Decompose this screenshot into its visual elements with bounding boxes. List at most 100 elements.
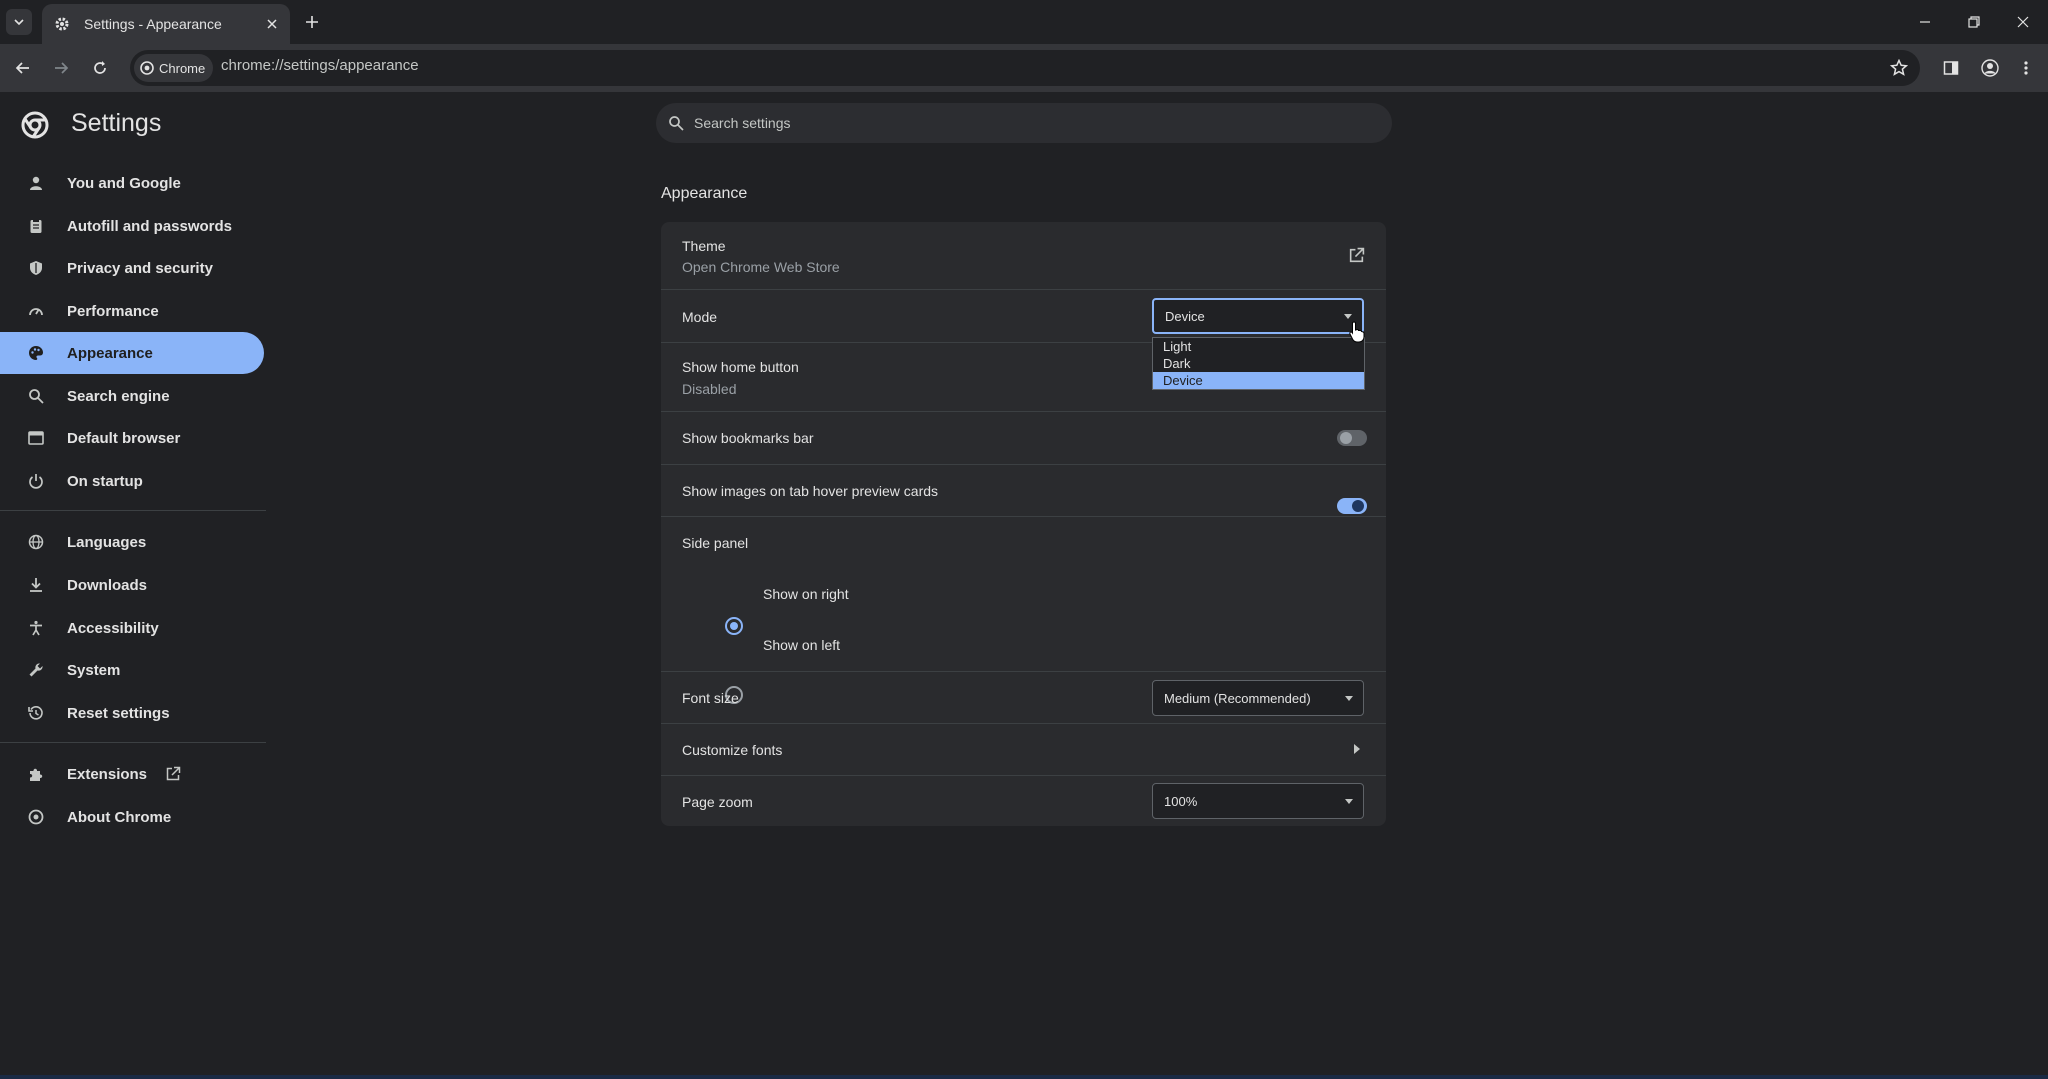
sidebar-item-extensions[interactable]: Extensions bbox=[0, 753, 264, 795]
restore-button[interactable] bbox=[1951, 4, 1997, 40]
section-heading: Appearance bbox=[661, 185, 748, 202]
close-tab-icon[interactable] bbox=[262, 14, 282, 34]
option-label: Light bbox=[1163, 339, 1192, 354]
sidebar-item-languages[interactable]: Languages bbox=[0, 521, 264, 563]
sidebar-item-appearance[interactable]: Appearance bbox=[0, 332, 264, 374]
toggle-knob bbox=[1352, 500, 1364, 512]
sidebar-item-label: Extensions bbox=[67, 765, 148, 783]
side-panel-left-label[interactable]: Show on left bbox=[763, 637, 840, 653]
font-size-select[interactable]: Medium (Recommended) bbox=[1152, 680, 1364, 716]
tab-search-button[interactable] bbox=[6, 9, 32, 35]
star-icon bbox=[1890, 59, 1908, 76]
sidebar-item-label: Accessibility bbox=[67, 619, 159, 637]
sidebar-item-label: You and Google bbox=[67, 174, 181, 192]
chrome-chip-label: Chrome bbox=[159, 60, 206, 76]
chrome-site-chip[interactable]: Chrome bbox=[134, 54, 214, 82]
mode-select[interactable]: Device bbox=[1152, 298, 1364, 334]
close-icon bbox=[2017, 16, 2029, 28]
sidebar-item-search-engine[interactable]: Search engine bbox=[0, 375, 264, 417]
sidebar-item-label: Appearance bbox=[67, 344, 153, 362]
close-window-button[interactable] bbox=[2000, 4, 2046, 40]
sidebar-item-you-and-google[interactable]: You and Google bbox=[0, 162, 264, 204]
sidebar-item-about-chrome[interactable]: About Chrome bbox=[0, 796, 264, 838]
sidebar-item-label: Privacy and security bbox=[67, 259, 213, 277]
sidebar-item-system[interactable]: System bbox=[0, 649, 264, 691]
speedometer-icon bbox=[25, 300, 47, 322]
browser-window-icon bbox=[25, 427, 47, 449]
sidebar-item-on-startup[interactable]: On startup bbox=[0, 460, 264, 502]
caret-down-icon bbox=[1345, 695, 1353, 701]
sidebar-item-label: Reset settings bbox=[67, 704, 170, 722]
new-tab-button[interactable] bbox=[299, 9, 325, 35]
sidebar-item-reset-settings[interactable]: Reset settings bbox=[0, 692, 264, 734]
tab-title: Settings - Appearance bbox=[84, 16, 222, 32]
bookmarks-bar-label: Show bookmarks bar bbox=[682, 430, 814, 446]
puzzle-icon bbox=[25, 763, 47, 785]
gear-icon bbox=[54, 16, 70, 32]
mode-option-light[interactable]: Light bbox=[1153, 338, 1364, 355]
sidebar-divider bbox=[0, 742, 266, 743]
chrome-settings-logo bbox=[20, 110, 50, 140]
open-in-new-icon[interactable] bbox=[1348, 247, 1365, 264]
sidebar-item-privacy[interactable]: Privacy and security bbox=[0, 247, 264, 289]
sidebar-item-accessibility[interactable]: Accessibility bbox=[0, 607, 264, 649]
mode-option-device[interactable]: Device bbox=[1153, 372, 1364, 389]
clipboard-icon bbox=[25, 215, 47, 237]
palette-icon bbox=[25, 342, 47, 364]
side-panel-button[interactable] bbox=[1935, 52, 1967, 84]
home-button-label: Show home button bbox=[682, 359, 799, 375]
option-label: Dark bbox=[1163, 356, 1191, 371]
side-panel-label: Side panel bbox=[682, 535, 749, 551]
font-size-label: Font size bbox=[682, 690, 739, 706]
minimize-button[interactable] bbox=[1902, 4, 1948, 40]
side-panel-right-label[interactable]: Show on right bbox=[763, 586, 849, 602]
person-icon bbox=[25, 172, 47, 194]
globe-icon bbox=[25, 531, 47, 553]
mode-option-dark[interactable]: Dark bbox=[1153, 355, 1364, 372]
font-size-select-value: Medium (Recommended) bbox=[1164, 690, 1311, 706]
search-placeholder: Search settings bbox=[694, 115, 791, 131]
bookmarks-bar-toggle[interactable] bbox=[1337, 430, 1367, 446]
tab-settings-appearance[interactable]: Settings - Appearance bbox=[42, 4, 290, 44]
sidebar-item-autofill[interactable]: Autofill and passwords bbox=[0, 205, 264, 247]
sidebar-item-label: Downloads bbox=[67, 576, 148, 594]
search-icon bbox=[668, 115, 684, 131]
option-label: Device bbox=[1163, 373, 1203, 388]
reload-button[interactable] bbox=[84, 52, 116, 84]
mode-label: Mode bbox=[682, 309, 718, 325]
profile-icon bbox=[1981, 59, 1999, 77]
menu-button[interactable] bbox=[2010, 52, 2042, 84]
page-zoom-label: Page zoom bbox=[682, 794, 753, 810]
reload-icon bbox=[94, 61, 106, 74]
sidebar-item-downloads[interactable]: Downloads bbox=[0, 564, 264, 606]
sidebar-item-performance[interactable]: Performance bbox=[0, 290, 264, 332]
page-zoom-select[interactable]: 100% bbox=[1152, 783, 1364, 819]
side-panel-right-radio[interactable] bbox=[725, 617, 743, 635]
mode-dropdown-list: Light Dark Device bbox=[1152, 337, 1365, 390]
caret-down-icon bbox=[1344, 313, 1352, 319]
sidebar-item-default-browser[interactable]: Default browser bbox=[0, 417, 264, 459]
search-icon bbox=[25, 385, 47, 407]
search-settings-input[interactable]: Search settings bbox=[656, 103, 1392, 143]
accessibility-icon bbox=[25, 617, 47, 639]
page-title: Settings bbox=[71, 109, 162, 137]
chevron-right-icon bbox=[1354, 744, 1360, 754]
tab-hover-images-label: Show images on tab hover preview cards bbox=[682, 483, 939, 499]
sidebar-item-label: On startup bbox=[67, 472, 143, 490]
tab-hover-images-toggle[interactable] bbox=[1337, 498, 1367, 514]
restore-icon bbox=[1968, 16, 1980, 28]
forward-arrow-icon bbox=[55, 62, 69, 74]
download-icon bbox=[25, 574, 47, 596]
bookmark-star-button[interactable] bbox=[1883, 52, 1915, 84]
page-zoom-select-value: 100% bbox=[1164, 793, 1198, 809]
sidebar-item-label: System bbox=[67, 661, 121, 679]
theme-row[interactable] bbox=[661, 222, 1386, 289]
sidebar-item-label: Languages bbox=[67, 533, 147, 551]
home-button-sublabel: Disabled bbox=[682, 381, 737, 397]
url-text[interactable]: chrome://settings/appearance bbox=[221, 57, 419, 74]
forward-button[interactable] bbox=[45, 52, 77, 84]
profile-button[interactable] bbox=[1974, 52, 2006, 84]
mouse-cursor-icon bbox=[1349, 321, 1365, 343]
back-button[interactable] bbox=[7, 52, 39, 84]
back-arrow-icon bbox=[15, 62, 29, 74]
